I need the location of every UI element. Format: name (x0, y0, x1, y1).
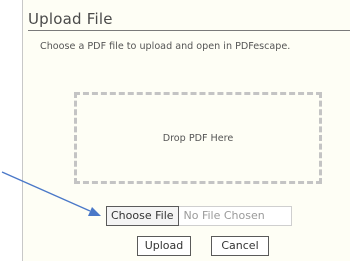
pointer-arrow-icon (1, 171, 101, 216)
